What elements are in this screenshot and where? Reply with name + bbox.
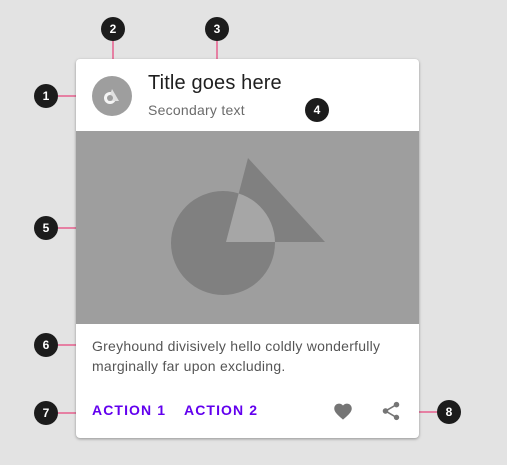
card-title: Title goes here xyxy=(148,72,282,94)
heart-icon xyxy=(334,403,352,420)
callout-marker-4: 4 xyxy=(305,98,329,122)
callout-marker-8: 8 xyxy=(437,400,461,424)
avatar xyxy=(92,76,132,116)
callout-marker-3: 3 xyxy=(205,17,229,41)
card-media xyxy=(76,131,419,324)
media-placeholder-shapes xyxy=(171,158,325,295)
favorite-button[interactable] xyxy=(332,401,354,427)
card-subtitle: Secondary text xyxy=(148,102,245,118)
callout-marker-7: 7 xyxy=(34,401,58,425)
callout-marker-5: 5 xyxy=(34,216,58,240)
callout-marker-6: 6 xyxy=(34,333,58,357)
avatar-icon xyxy=(104,89,119,104)
card: Title goes here Secondary text Greyhound… xyxy=(76,59,419,438)
action-1-button[interactable]: ACTION 1 xyxy=(92,402,166,418)
share-icon xyxy=(382,401,400,421)
callout-marker-2: 2 xyxy=(101,17,125,41)
share-button[interactable] xyxy=(380,400,402,427)
action-2-button[interactable]: ACTION 2 xyxy=(184,402,258,418)
callout-marker-1: 1 xyxy=(34,84,58,108)
card-supporting-text: Greyhound divisively hello coldly wonder… xyxy=(92,338,381,374)
